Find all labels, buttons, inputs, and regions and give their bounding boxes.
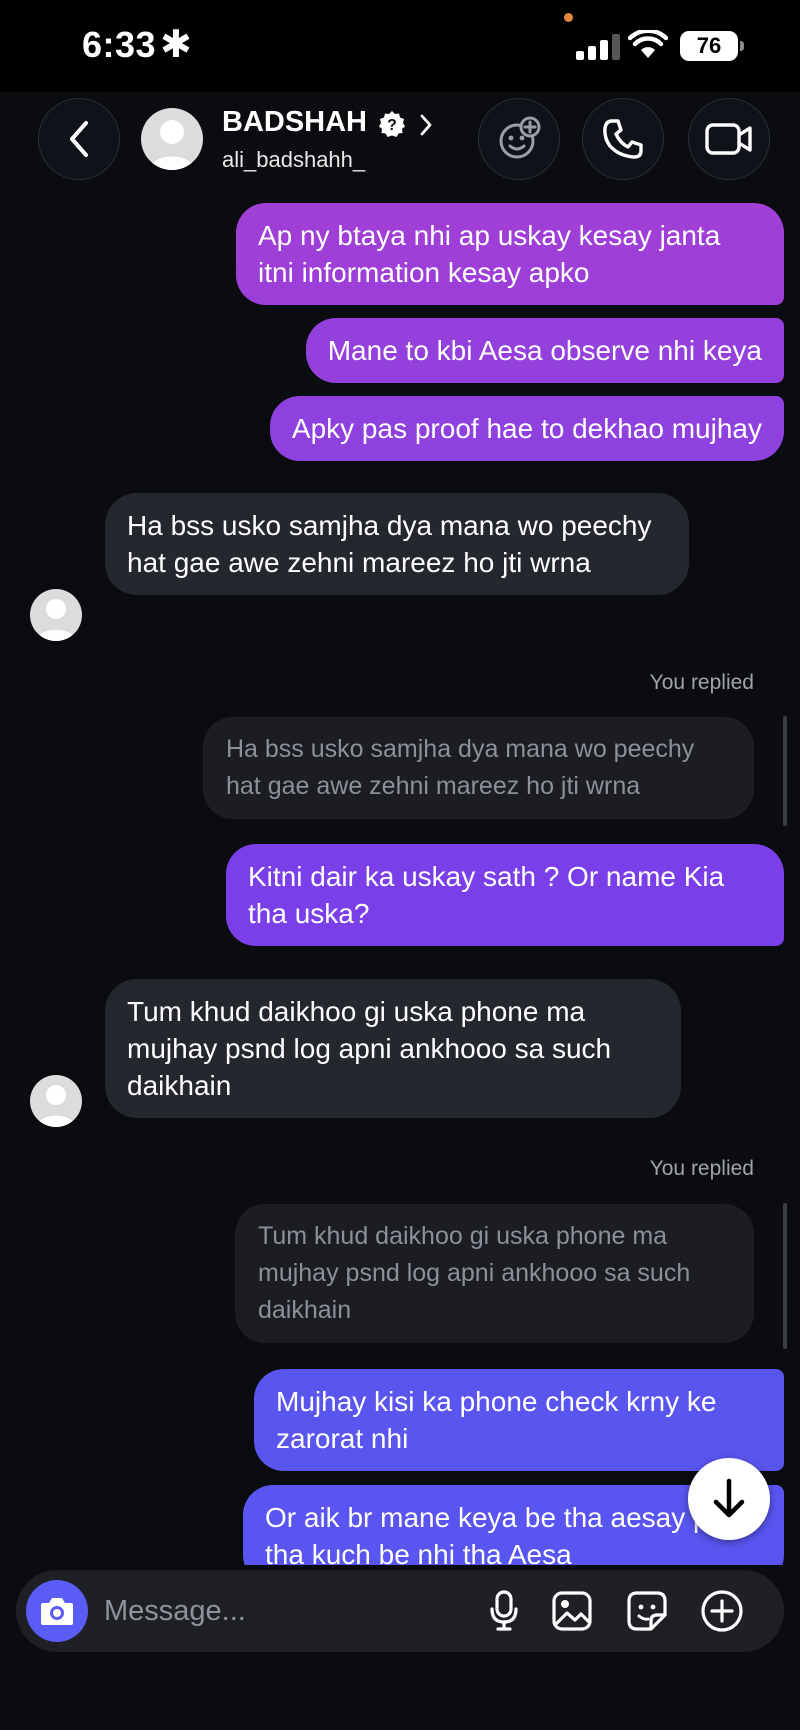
quoted-message-text: Tum khud daikhoo gi uska phone ma mujhay… (258, 1222, 691, 1324)
cellular-signal-icon (576, 34, 620, 60)
message-text: Tum khud daikhoo gi uska phone ma mujhay… (127, 996, 612, 1101)
message-text: Ha bss usko samjha dya mana wo peechy ha… (127, 510, 652, 578)
message-text: Kitni dair ka uskay sath ? Or name Kia t… (248, 861, 725, 929)
contact-handle: ali_badshahh_ (222, 147, 366, 172)
camera-icon (41, 1598, 73, 1625)
wifi-icon (628, 30, 668, 58)
message-text: Or aik br mane keya be tha aesay pkra th… (265, 1502, 748, 1570)
asterisk-icon: ✱ (160, 24, 192, 66)
back-chevron-icon (70, 121, 88, 157)
video-call-button[interactable] (688, 98, 770, 180)
message-text: Apky pas proof hae to dekhao mujhay (291, 413, 762, 444)
default-avatar-icon (37, 599, 75, 641)
quoted-message[interactable]: Ha bss usko samjha dya mana wo peechy ha… (203, 717, 754, 819)
gallery-button[interactable] (550, 1589, 594, 1633)
video-camera-icon (705, 123, 752, 155)
message-bubble-outgoing[interactable]: Apky pas proof hae to dekhao mujhay (269, 396, 784, 461)
more-options-button[interactable] (700, 1589, 744, 1633)
sticker-icon (627, 1591, 667, 1631)
battery-level: 76 (696, 33, 722, 58)
voice-call-button[interactable] (582, 98, 664, 180)
sender-avatar[interactable] (30, 589, 82, 641)
add-emoji-icon (499, 116, 541, 159)
contact-avatar[interactable] (141, 108, 203, 170)
back-button[interactable] (38, 98, 120, 180)
message-bubble-incoming[interactable]: Tum khud daikhoo gi uska phone ma mujhay… (105, 979, 681, 1118)
message-bubble-outgoing[interactable]: Ap ny btaya nhi ap uskay kesay janta itn… (236, 203, 784, 305)
message-text: Mane to kbi Aesa observe nhi keya (327, 335, 762, 366)
default-avatar-icon (37, 1085, 75, 1127)
message-text: Mujhay kisi ka phone check krny ke zaror… (276, 1386, 717, 1454)
microphone-icon (490, 1590, 518, 1631)
svg-text:?: ? (387, 117, 397, 134)
sender-avatar[interactable] (30, 1075, 82, 1127)
microphone-button[interactable] (482, 1589, 526, 1633)
message-bubble-incoming[interactable]: Ha bss usko samjha dya mana wo peechy ha… (105, 493, 689, 595)
verified-badge-icon: ? (379, 111, 405, 137)
message-bubble-outgoing[interactable]: Mane to kbi Aesa observe nhi keya (305, 318, 784, 383)
reply-indicator: You replied (649, 1157, 754, 1180)
message-text: Ap ny btaya nhi ap uskay kesay janta itn… (258, 220, 721, 288)
contact-name[interactable]: BADSHAH (222, 106, 367, 139)
camera-indicator-dot (564, 13, 573, 22)
message-bubble-outgoing[interactable]: Kitni dair ka uskay sath ? Or name Kia t… (226, 844, 784, 946)
scroll-to-bottom-button[interactable] (688, 1458, 770, 1540)
status-bar: 6:33 ✱ 76 (0, 0, 800, 92)
chat-header: BADSHAH ? ali_badshahh_ (0, 92, 800, 192)
chevron-right-icon[interactable] (418, 112, 434, 138)
image-icon (552, 1591, 592, 1631)
status-time: 6:33 (82, 24, 157, 65)
message-composer (16, 1570, 784, 1652)
message-input[interactable] (104, 1590, 424, 1632)
camera-button[interactable] (26, 1580, 88, 1642)
default-avatar-icon (150, 120, 194, 170)
reply-indicator: You replied (649, 671, 754, 694)
quoted-message-text: Ha bss usko samjha dya mana wo peechy ha… (226, 735, 695, 800)
arrow-down-icon (713, 1478, 745, 1518)
message-bubble-outgoing[interactable]: Mujhay kisi ka phone check krny ke zaror… (254, 1369, 784, 1471)
add-emoji-button[interactable] (478, 98, 560, 180)
reply-quote-bar (783, 716, 787, 826)
chat-screen: 6:33 ✱ 76 BADSHAH ? ali_badshahh_ Ap ny … (0, 0, 800, 1730)
reply-quote-bar (783, 1203, 787, 1349)
phone-icon (603, 119, 643, 159)
quoted-message[interactable]: Tum khud daikhoo gi uska phone ma mujhay… (235, 1204, 754, 1343)
sticker-button[interactable] (625, 1589, 669, 1633)
battery-indicator: 76 (680, 31, 744, 61)
plus-circle-icon (701, 1590, 743, 1632)
